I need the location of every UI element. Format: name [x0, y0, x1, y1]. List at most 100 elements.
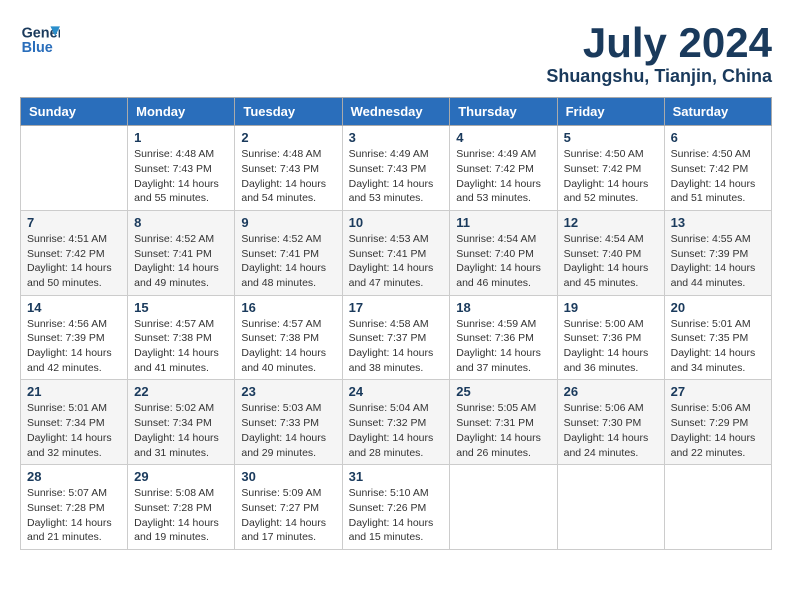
- day-info: Sunrise: 4:49 AMSunset: 7:43 PMDaylight:…: [349, 147, 444, 206]
- day-info: Sunrise: 4:52 AMSunset: 7:41 PMDaylight:…: [241, 232, 335, 291]
- calendar-cell: 22 Sunrise: 5:02 AMSunset: 7:34 PMDayligh…: [128, 380, 235, 465]
- day-number: 10: [349, 215, 444, 230]
- day-info: Sunrise: 5:10 AMSunset: 7:26 PMDaylight:…: [349, 486, 444, 545]
- calendar-cell: 2Sunrise: 4:48 AMSunset: 7:43 PMDaylight…: [235, 126, 342, 211]
- day-number: 31: [349, 469, 444, 484]
- day-number: 19: [564, 300, 658, 315]
- day-header-tuesday: Tuesday: [235, 98, 342, 126]
- day-number: 8: [134, 215, 228, 230]
- svg-text:Blue: Blue: [22, 40, 53, 56]
- calendar-cell: 4Sunrise: 4:49 AMSunset: 7:42 PMDaylight…: [450, 126, 557, 211]
- calendar-cell: 11 Sunrise: 4:54 AMSunset: 7:40 PMDayligh…: [450, 210, 557, 295]
- day-info: Sunrise: 4:56 AMSunset: 7:39 PMDaylight:…: [27, 317, 121, 376]
- calendar-cell: 14Sunrise: 4:56 AMSunset: 7:39 PMDayligh…: [21, 295, 128, 380]
- day-info: Sunrise: 4:54 AMSunset: 7:40 PMDaylight:…: [456, 232, 550, 291]
- logo: General Blue: [20, 20, 64, 60]
- calendar-cell: 30Sunrise: 5:09 AMSunset: 7:27 PMDayligh…: [235, 465, 342, 550]
- day-number: 22: [134, 384, 228, 399]
- calendar-cell: 10 Sunrise: 4:53 AMSunset: 7:41 PMDayligh…: [342, 210, 450, 295]
- day-number: 7: [27, 215, 121, 230]
- calendar-cell: 9 Sunrise: 4:52 AMSunset: 7:41 PMDaylight…: [235, 210, 342, 295]
- day-number: 11: [456, 215, 550, 230]
- day-number: 20: [671, 300, 765, 315]
- day-info: Sunrise: 4:57 AMSunset: 7:38 PMDaylight:…: [134, 317, 228, 376]
- day-info: Sunrise: 4:58 AMSunset: 7:37 PMDaylight:…: [349, 317, 444, 376]
- day-info: Sunrise: 5:08 AMSunset: 7:28 PMDaylight:…: [134, 486, 228, 545]
- calendar-week-row: 7 Sunrise: 4:51 AMSunset: 7:42 PMDaylight…: [21, 210, 772, 295]
- calendar-cell: 15Sunrise: 4:57 AMSunset: 7:38 PMDayligh…: [128, 295, 235, 380]
- calendar-cell: [664, 465, 771, 550]
- day-info: Sunrise: 4:53 AMSunset: 7:41 PMDaylight:…: [349, 232, 444, 291]
- day-number: 25: [456, 384, 550, 399]
- calendar-cell: 5Sunrise: 4:50 AMSunset: 7:42 PMDaylight…: [557, 126, 664, 211]
- calendar-cell: 27 Sunrise: 5:06 AMSunset: 7:29 PMDayligh…: [664, 380, 771, 465]
- day-number: 27: [671, 384, 765, 399]
- day-info: Sunrise: 4:59 AMSunset: 7:36 PMDaylight:…: [456, 317, 550, 376]
- day-header-sunday: Sunday: [21, 98, 128, 126]
- day-info: Sunrise: 4:55 AMSunset: 7:39 PMDaylight:…: [671, 232, 765, 291]
- title-block: July 2024 Shuangshu, Tianjin, China: [546, 20, 772, 87]
- calendar-cell: 17 Sunrise: 4:58 AMSunset: 7:37 PMDayligh…: [342, 295, 450, 380]
- day-number: 29: [134, 469, 228, 484]
- day-number: 6: [671, 130, 765, 145]
- day-info: Sunrise: 5:05 AMSunset: 7:31 PMDaylight:…: [456, 401, 550, 460]
- day-number: 24: [349, 384, 444, 399]
- day-header-monday: Monday: [128, 98, 235, 126]
- logo-icon: General Blue: [20, 20, 60, 60]
- day-header-wednesday: Wednesday: [342, 98, 450, 126]
- day-info: Sunrise: 5:09 AMSunset: 7:27 PMDaylight:…: [241, 486, 335, 545]
- calendar-cell: 16Sunrise: 4:57 AMSunset: 7:38 PMDayligh…: [235, 295, 342, 380]
- calendar-cell: 25 Sunrise: 5:05 AMSunset: 7:31 PMDayligh…: [450, 380, 557, 465]
- day-header-saturday: Saturday: [664, 98, 771, 126]
- calendar-cell: 8 Sunrise: 4:52 AMSunset: 7:41 PMDaylight…: [128, 210, 235, 295]
- day-number: 9: [241, 215, 335, 230]
- day-number: 3: [349, 130, 444, 145]
- calendar-cell: 31 Sunrise: 5:10 AMSunset: 7:26 PMDayligh…: [342, 465, 450, 550]
- calendar-cell: 1Sunrise: 4:48 AMSunset: 7:43 PMDaylight…: [128, 126, 235, 211]
- day-info: Sunrise: 5:07 AMSunset: 7:28 PMDaylight:…: [27, 486, 121, 545]
- day-number: 5: [564, 130, 658, 145]
- calendar-header-row: SundayMondayTuesdayWednesdayThursdayFrid…: [21, 98, 772, 126]
- day-number: 12: [564, 215, 658, 230]
- calendar-cell: 28 Sunrise: 5:07 AMSunset: 7:28 PMDayligh…: [21, 465, 128, 550]
- day-number: 13: [671, 215, 765, 230]
- page-header: General Blue July 2024 Shuangshu, Tianji…: [20, 20, 772, 87]
- day-info: Sunrise: 4:57 AMSunset: 7:38 PMDaylight:…: [241, 317, 335, 376]
- calendar-week-row: 21 Sunrise: 5:01 AMSunset: 7:34 PMDayligh…: [21, 380, 772, 465]
- calendar-cell: 7 Sunrise: 4:51 AMSunset: 7:42 PMDaylight…: [21, 210, 128, 295]
- day-info: Sunrise: 5:02 AMSunset: 7:34 PMDaylight:…: [134, 401, 228, 460]
- calendar-cell: 12Sunrise: 4:54 AMSunset: 7:40 PMDayligh…: [557, 210, 664, 295]
- calendar-cell: 26 Sunrise: 5:06 AMSunset: 7:30 PMDayligh…: [557, 380, 664, 465]
- calendar-cell: 3 Sunrise: 4:49 AMSunset: 7:43 PMDaylight…: [342, 126, 450, 211]
- day-info: Sunrise: 5:03 AMSunset: 7:33 PMDaylight:…: [241, 401, 335, 460]
- day-number: 17: [349, 300, 444, 315]
- calendar-cell: 20 Sunrise: 5:01 AMSunset: 7:35 PMDayligh…: [664, 295, 771, 380]
- calendar-week-row: 28 Sunrise: 5:07 AMSunset: 7:28 PMDayligh…: [21, 465, 772, 550]
- day-header-friday: Friday: [557, 98, 664, 126]
- day-number: 21: [27, 384, 121, 399]
- calendar-cell: 18Sunrise: 4:59 AMSunset: 7:36 PMDayligh…: [450, 295, 557, 380]
- calendar-cell: 19Sunrise: 5:00 AMSunset: 7:36 PMDayligh…: [557, 295, 664, 380]
- location-title: Shuangshu, Tianjin, China: [546, 66, 772, 87]
- calendar-cell: [450, 465, 557, 550]
- day-info: Sunrise: 5:01 AMSunset: 7:34 PMDaylight:…: [27, 401, 121, 460]
- day-info: Sunrise: 4:50 AMSunset: 7:42 PMDaylight:…: [671, 147, 765, 206]
- day-info: Sunrise: 5:06 AMSunset: 7:29 PMDaylight:…: [671, 401, 765, 460]
- day-number: 26: [564, 384, 658, 399]
- calendar-cell: 29 Sunrise: 5:08 AMSunset: 7:28 PMDayligh…: [128, 465, 235, 550]
- day-number: 28: [27, 469, 121, 484]
- calendar-week-row: 14Sunrise: 4:56 AMSunset: 7:39 PMDayligh…: [21, 295, 772, 380]
- day-info: Sunrise: 4:51 AMSunset: 7:42 PMDaylight:…: [27, 232, 121, 291]
- day-number: 1: [134, 130, 228, 145]
- calendar-cell: 6 Sunrise: 4:50 AMSunset: 7:42 PMDaylight…: [664, 126, 771, 211]
- month-title: July 2024: [546, 20, 772, 66]
- calendar-cell: 13 Sunrise: 4:55 AMSunset: 7:39 PMDayligh…: [664, 210, 771, 295]
- day-info: Sunrise: 4:49 AMSunset: 7:42 PMDaylight:…: [456, 147, 550, 206]
- calendar-week-row: 1Sunrise: 4:48 AMSunset: 7:43 PMDaylight…: [21, 126, 772, 211]
- calendar-cell: 24Sunrise: 5:04 AMSunset: 7:32 PMDayligh…: [342, 380, 450, 465]
- day-info: Sunrise: 5:01 AMSunset: 7:35 PMDaylight:…: [671, 317, 765, 376]
- calendar-cell: 21 Sunrise: 5:01 AMSunset: 7:34 PMDayligh…: [21, 380, 128, 465]
- calendar-table: SundayMondayTuesdayWednesdayThursdayFrid…: [20, 97, 772, 550]
- day-info: Sunrise: 4:52 AMSunset: 7:41 PMDaylight:…: [134, 232, 228, 291]
- day-info: Sunrise: 5:06 AMSunset: 7:30 PMDaylight:…: [564, 401, 658, 460]
